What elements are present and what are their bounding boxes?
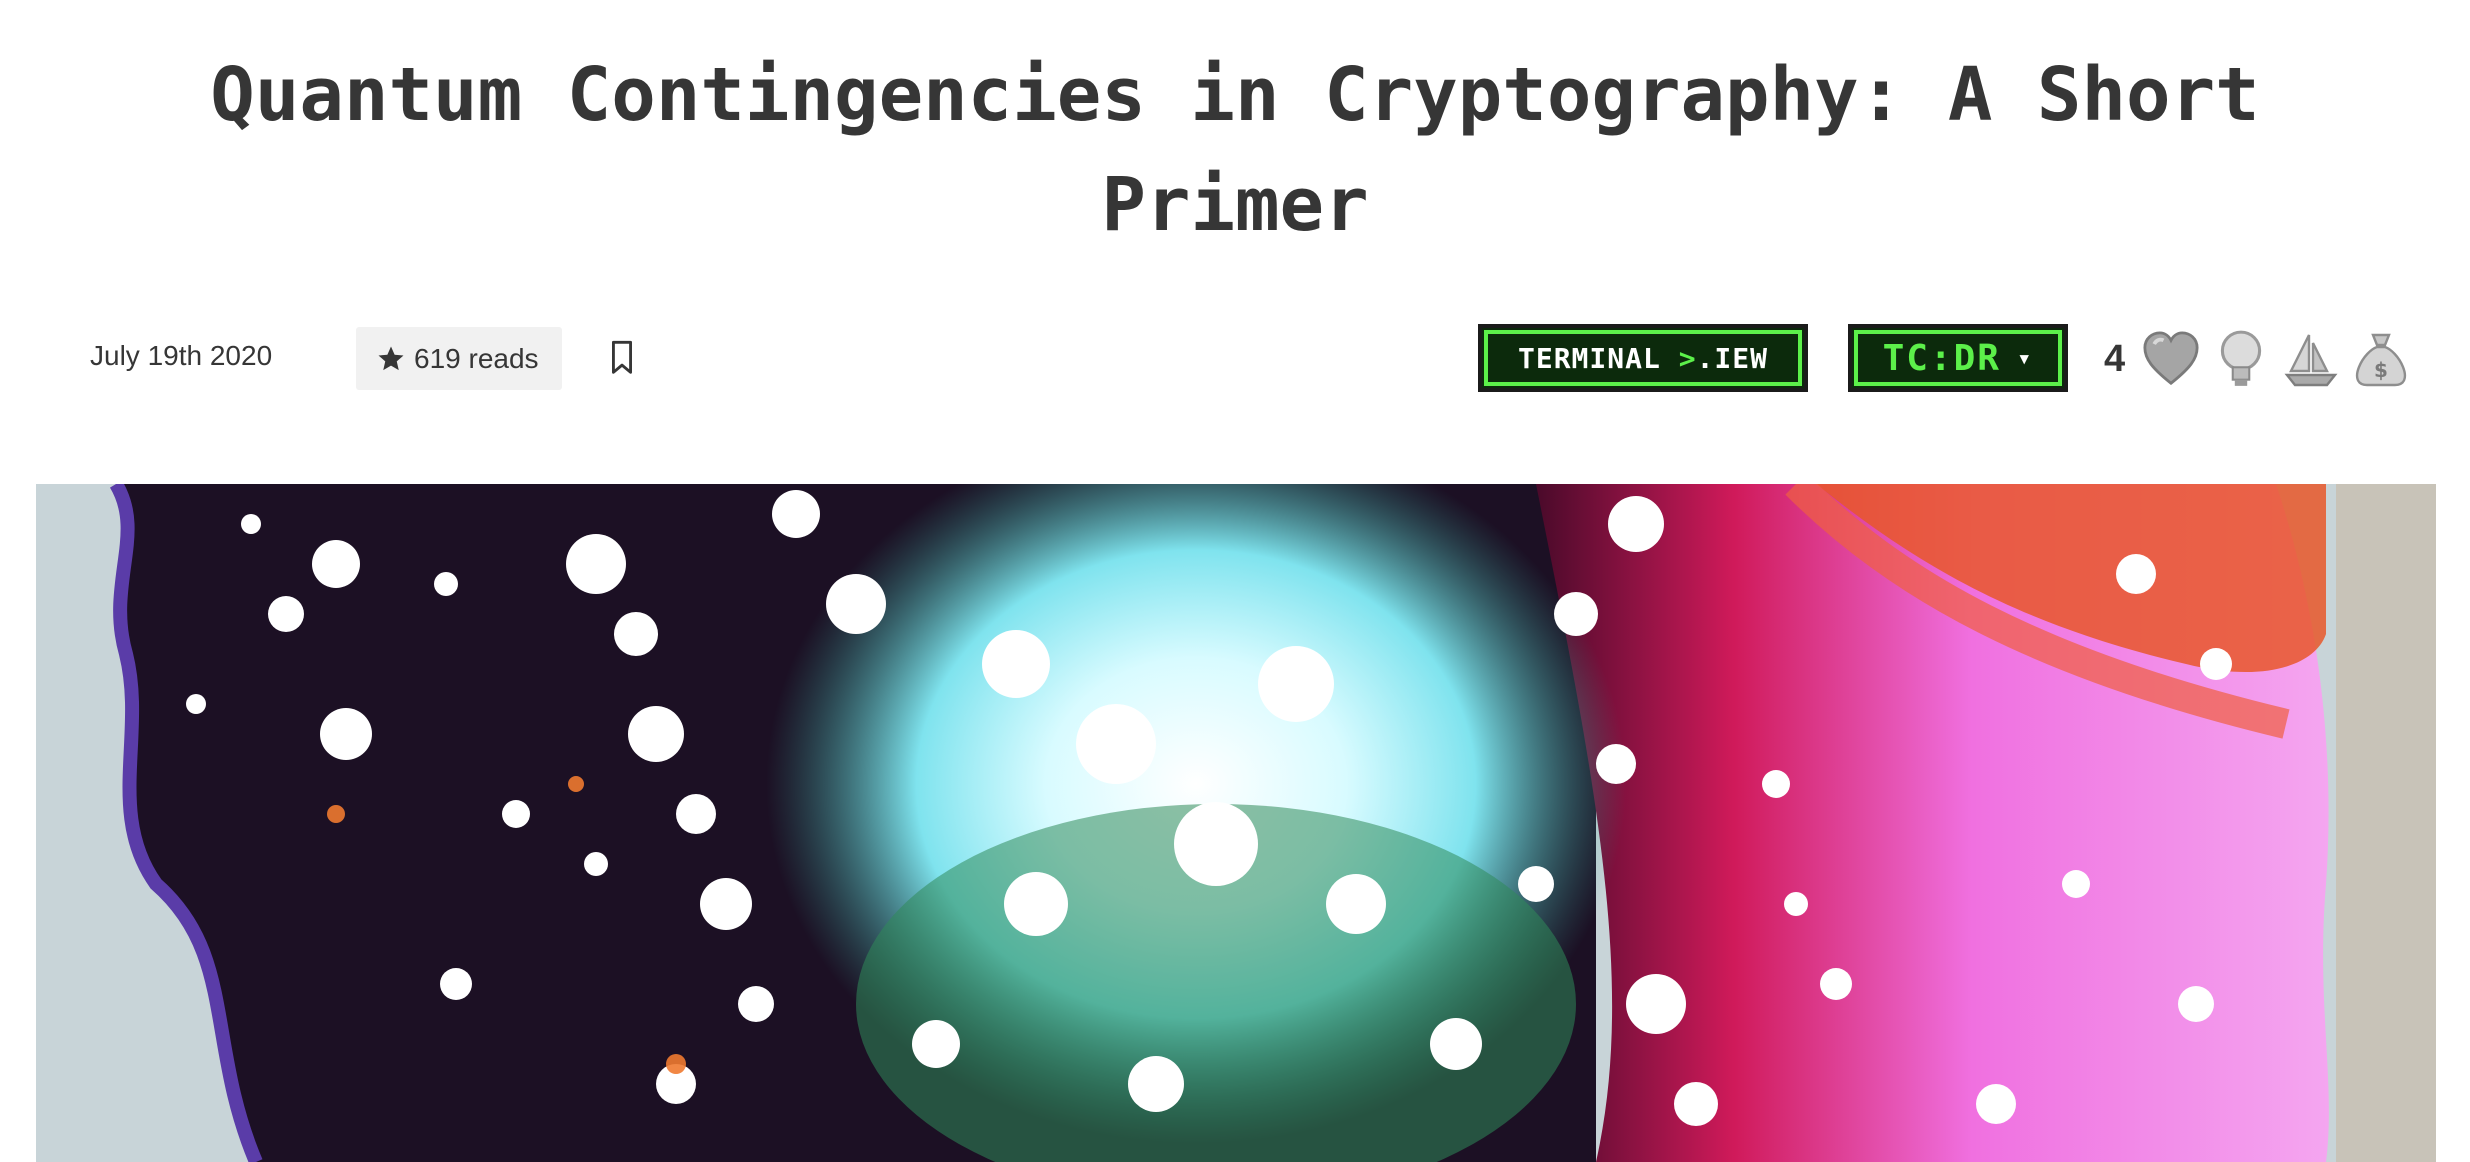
terminal-view-badge[interactable]: TERMINAL > .IEW bbox=[1478, 324, 1808, 392]
heart-icon[interactable] bbox=[2139, 327, 2203, 391]
reads-counter[interactable]: 619 reads bbox=[356, 327, 562, 390]
reads-label: 619 reads bbox=[414, 342, 539, 374]
tldr-dropdown-button[interactable]: TC:DR ▾ bbox=[1848, 324, 2068, 392]
bookmark-button[interactable] bbox=[604, 338, 640, 378]
publish-date: July 19th 2020 bbox=[90, 340, 273, 371]
hero-image bbox=[36, 484, 2436, 1162]
svg-text:$: $ bbox=[2374, 358, 2388, 382]
money-bag-icon[interactable]: $ bbox=[2349, 327, 2413, 391]
terminal-suffix: .IEW bbox=[1696, 341, 1768, 375]
tldr-label: TC:DR bbox=[1882, 337, 2001, 379]
lightbulb-icon[interactable] bbox=[2209, 327, 2273, 391]
article-meta-bar: July 19th 2020 619 reads TERMINAL > .IEW … bbox=[0, 322, 2470, 396]
article-title: Quantum Contingencies in Cryptography: A… bbox=[210, 52, 2260, 248]
title-container: Quantum Contingencies in Cryptography: A… bbox=[0, 40, 2470, 260]
terminal-label: TERMINAL bbox=[1517, 341, 1661, 375]
bookmark-icon bbox=[612, 340, 632, 374]
chevron-down-icon: ▾ bbox=[2016, 344, 2034, 372]
star-icon bbox=[378, 346, 404, 370]
reaction-count: 4 bbox=[2104, 337, 2126, 380]
reactions-bar: 4 $ bbox=[2104, 322, 2419, 396]
terminal-arrow: > bbox=[1678, 341, 1697, 375]
sailboat-icon[interactable] bbox=[2279, 327, 2343, 391]
